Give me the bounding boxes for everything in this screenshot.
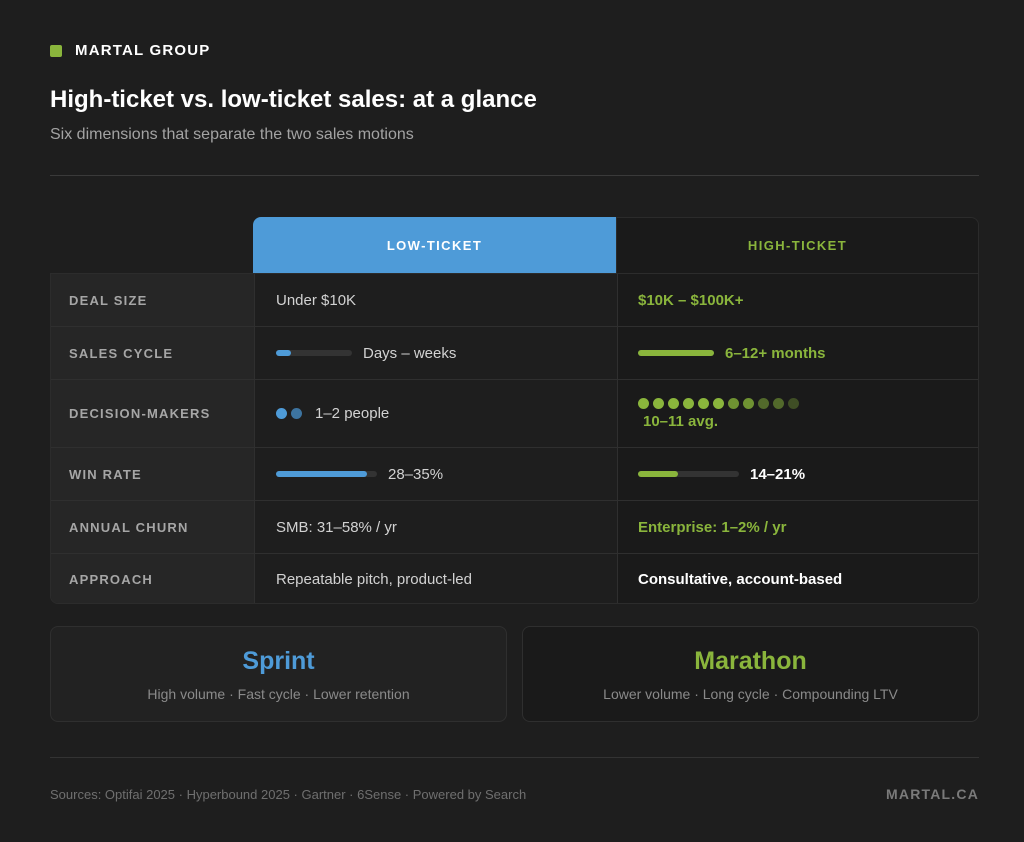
person-dot-icon	[276, 408, 287, 419]
high-ticket-value: Enterprise: 1–2% / yr	[617, 501, 978, 553]
table-row-decision-makers: DECISION-MAKERS 1–2 people 10–11 avg.	[51, 380, 978, 448]
comparison-table: LOW-TICKET HIGH-TICKET DEAL SIZE Under $…	[50, 217, 979, 604]
person-dot-icon	[713, 397, 724, 409]
high-cycle-bar	[638, 350, 714, 356]
marathon-subtitle: Lower volume · Long cycle · Compounding …	[603, 685, 898, 702]
low-cycle-bar-fill	[276, 350, 292, 356]
page-title: High-ticket vs. low-ticket sales: at a g…	[50, 86, 537, 113]
person-dot-icon	[291, 408, 302, 419]
page-subtitle: Six dimensions that separate the two sal…	[50, 126, 414, 143]
row-label: ANNUAL CHURN	[51, 501, 254, 553]
table-row-annual-churn: ANNUAL CHURN SMB: 31–58% / yr Enterprise…	[51, 501, 978, 554]
table-body: DEAL SIZE Under $10K $10K – $100K+ SALES…	[50, 273, 979, 604]
low-ticket-value: SMB: 31–58% / yr	[254, 501, 617, 553]
table-row-win-rate: WIN RATE 28–35% 14–21%	[51, 448, 978, 501]
person-dot-icon	[743, 397, 754, 409]
low-people-dots	[276, 408, 306, 419]
high-win-rate-bar-fill	[638, 471, 679, 477]
low-cycle-bar	[276, 350, 352, 356]
low-ticket-value: Repeatable pitch, product-led	[254, 554, 617, 603]
brand-square-icon	[50, 44, 62, 57]
high-ticket-value: 10–11 avg.	[643, 412, 719, 430]
row-label: SALES CYCLE	[51, 327, 254, 379]
high-ticket-cell: 14–21%	[617, 448, 978, 500]
person-dot-icon	[653, 397, 664, 409]
top-divider	[50, 175, 979, 176]
high-ticket-value: 14–21%	[750, 465, 806, 483]
row-label: DEAL SIZE	[51, 274, 254, 326]
marathon-title: Marathon	[694, 646, 807, 675]
high-ticket-cell: 6–12+ months	[617, 327, 978, 379]
site-link[interactable]: MARTAL.CA	[886, 786, 979, 802]
high-cycle-bar-fill	[638, 350, 714, 356]
column-header-low-ticket: LOW-TICKET	[253, 217, 616, 273]
person-dot-icon	[698, 397, 709, 409]
low-ticket-value: 1–2 people	[315, 405, 390, 422]
row-label: WIN RATE	[51, 448, 254, 500]
low-win-rate-bar-fill	[276, 471, 367, 477]
row-label: DECISION-MAKERS	[51, 380, 254, 447]
bottom-divider	[50, 757, 979, 758]
row-label: APPROACH	[51, 554, 254, 603]
table-row-approach: APPROACH Repeatable pitch, product-led C…	[51, 554, 978, 603]
low-ticket-cell: 1–2 people	[254, 380, 617, 447]
marathon-card: Marathon Lower volume · Long cycle · Com…	[522, 626, 979, 722]
high-win-rate-bar	[638, 471, 739, 477]
low-ticket-value: 28–35%	[388, 465, 444, 483]
person-dot-icon	[638, 397, 649, 409]
high-ticket-value: $10K – $100K+	[617, 274, 978, 326]
sprint-title: Sprint	[242, 646, 315, 675]
low-ticket-value: Under $10K	[254, 274, 617, 326]
person-dot-icon	[773, 397, 784, 409]
brand: MARTAL GROUP	[50, 42, 211, 59]
table-row-deal-size: DEAL SIZE Under $10K $10K – $100K+	[51, 274, 978, 327]
sources-text: Sources: Optifai 2025 · Hyperbound 2025 …	[50, 787, 527, 802]
low-ticket-value: Days – weeks	[363, 344, 457, 362]
low-ticket-cell: 28–35%	[254, 448, 617, 500]
person-dot-icon	[728, 397, 739, 409]
sprint-card: Sprint High volume · Fast cycle · Lower …	[50, 626, 507, 722]
person-dot-icon	[683, 397, 694, 409]
sprint-subtitle: High volume · Fast cycle · Lower retenti…	[147, 685, 410, 702]
person-dot-icon	[758, 397, 769, 409]
column-header-high-ticket: HIGH-TICKET	[616, 217, 979, 273]
low-win-rate-bar	[276, 471, 377, 477]
high-ticket-value: Consultative, account-based	[617, 554, 978, 603]
brand-name: MARTAL GROUP	[75, 42, 211, 59]
person-dot-icon	[668, 397, 679, 409]
table-row-sales-cycle: SALES CYCLE Days – weeks 6–12+ months	[51, 327, 978, 380]
high-ticket-value: 6–12+ months	[725, 344, 826, 362]
high-ticket-cell: 10–11 avg.	[617, 380, 978, 447]
low-ticket-cell: Days – weeks	[254, 327, 617, 379]
person-dot-icon	[788, 397, 799, 409]
high-people-dots	[638, 397, 803, 409]
